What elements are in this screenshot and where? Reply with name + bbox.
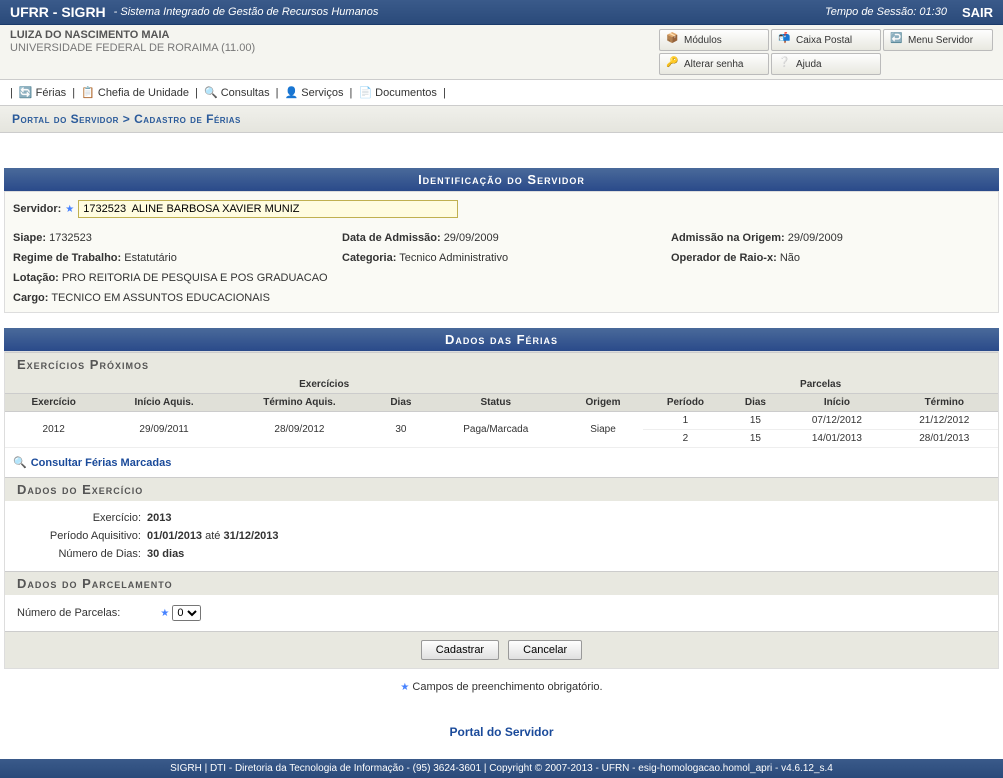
lotacao-value: PRO REITORIA DE PESQUISA E POS GRADUACAO	[62, 272, 328, 284]
person-icon: 👤	[285, 86, 299, 99]
grid-icon: 📦	[666, 33, 680, 47]
key-icon: 🔑	[666, 57, 680, 71]
section-ferias-header: Dados das Férias	[4, 328, 999, 351]
required-star-icon: ★	[160, 608, 169, 619]
required-note: ★ Campos de preenchimento obrigatório.	[4, 669, 999, 705]
th-origem: Origem	[563, 394, 643, 412]
user-row: LUIZA DO NASCIMENTO MAIA UNIVERSIDADE FE…	[0, 25, 1003, 80]
consultar-ferias-link[interactable]: Consultar Férias Marcadas	[31, 457, 172, 469]
raiox-label: Operador de Raio-x:	[671, 252, 777, 264]
user-institution: UNIVERSIDADE FEDERAL DE RORAIMA (11.00)	[10, 42, 659, 54]
app-title: UFRR - SIGRH	[10, 4, 106, 20]
menu-consultas[interactable]: 🔍Consultas	[204, 86, 270, 99]
search-icon: 🔍	[204, 86, 218, 99]
lotacao-label: Lotação:	[13, 272, 59, 284]
logout-link[interactable]: SAIR	[962, 5, 993, 20]
ajuda-button[interactable]: ❔Ajuda	[771, 53, 881, 75]
periodo-end: 31/12/2013	[223, 530, 278, 542]
calendar-icon: 📋	[81, 86, 95, 99]
periodo-aquis-label: Período Aquisitivo:	[17, 530, 147, 542]
help-icon: ❔	[778, 57, 792, 71]
caixa-postal-button[interactable]: 📬Caixa Postal	[771, 29, 881, 51]
siape-value: 1732523	[49, 232, 92, 244]
cargo-value: TECNICO EM ASSUNTOS EDUCACIONAIS	[51, 292, 270, 304]
categoria-label: Categoria:	[342, 252, 396, 264]
breadcrumb: Portal do Servidor > Cadastro de Férias	[0, 105, 1003, 133]
sub-exercicios-proximos: Exercícios Próximos	[5, 352, 998, 376]
origem-value: 29/09/2009	[788, 232, 843, 244]
th-exercicios-group: Exercícios	[5, 376, 643, 394]
sub-dados-parcelamento: Dados do Parcelamento	[5, 571, 998, 595]
numdias-value: 30 dias	[147, 548, 184, 560]
portal-servidor-link[interactable]: Portal do Servidor	[449, 725, 553, 739]
cargo-label: Cargo:	[13, 292, 48, 304]
th-pdias: Dias	[728, 394, 784, 412]
menu-bar: | 🔄Férias | 📋Chefia de Unidade | 🔍Consul…	[0, 80, 1003, 105]
section-identificacao-header: Identificação do Servidor	[4, 168, 999, 191]
modulos-button[interactable]: 📦Módulos	[659, 29, 769, 51]
numparcelas-select[interactable]: 0	[172, 605, 201, 621]
document-icon: 📄	[358, 86, 372, 99]
mail-icon: 📬	[778, 33, 792, 47]
th-inicio-aquis: Início Aquis.	[102, 394, 225, 412]
th-termino-aquis: Término Aquis.	[226, 394, 373, 412]
regime-value: Estatutário	[124, 252, 177, 264]
cadastrar-button[interactable]: Cadastrar	[421, 640, 499, 660]
user-name: LUIZA DO NASCIMENTO MAIA	[10, 29, 659, 41]
origem-label: Admissão na Origem:	[671, 232, 785, 244]
numdias-label: Número de Dias:	[17, 548, 147, 560]
periodo-start: 01/01/2013	[147, 530, 202, 542]
exercicio-value: 2013	[147, 512, 171, 524]
regime-label: Regime de Trabalho:	[13, 252, 121, 264]
alterar-senha-button[interactable]: 🔑Alterar senha	[659, 53, 769, 75]
session-time: Tempo de Sessão: 01:30	[825, 6, 947, 18]
menu-servicos[interactable]: 👤Serviços	[285, 86, 344, 99]
menu-chefia[interactable]: 📋Chefia de Unidade	[81, 86, 189, 99]
th-exercicio: Exercício	[5, 394, 102, 412]
back-icon: ↩️	[890, 33, 904, 47]
th-periodo: Período	[643, 394, 727, 412]
exercicio-label: Exercício:	[17, 512, 147, 524]
magnifier-icon: 🔍	[13, 456, 27, 469]
required-star-icon: ★	[65, 204, 74, 215]
menu-documentos[interactable]: 📄Documentos	[358, 86, 436, 99]
sub-dados-exercicio: Dados do Exercício	[5, 477, 998, 501]
menu-servidor-button[interactable]: ↩️Menu Servidor	[883, 29, 993, 51]
table-row: 2012 29/09/2011 28/09/2012 30 Paga/Marca…	[5, 412, 998, 430]
admissao-value: 29/09/2009	[444, 232, 499, 244]
servidor-label: Servidor:	[13, 203, 61, 215]
siape-label: Siape:	[13, 232, 46, 244]
admissao-label: Data de Admissão:	[342, 232, 441, 244]
menu-ferias[interactable]: 🔄Férias	[19, 86, 66, 99]
th-parcelas-group: Parcelas	[643, 376, 998, 394]
exercicios-table: Exercícios Parcelas Exercício Início Aqu…	[5, 376, 998, 448]
th-status: Status	[429, 394, 563, 412]
app-subtitle: - Sistema Integrado de Gestão de Recurso…	[114, 6, 379, 18]
header-bar: UFRR - SIGRH - Sistema Integrado de Gest…	[0, 0, 1003, 25]
cancelar-button[interactable]: Cancelar	[508, 640, 582, 660]
refresh-icon: 🔄	[19, 86, 33, 99]
categoria-value: Tecnico Administrativo	[399, 252, 508, 264]
th-inicio: Início	[783, 394, 890, 412]
th-termino: Término	[891, 394, 998, 412]
raiox-value: Não	[780, 252, 800, 264]
footer: SIGRH | DTI - Diretoria da Tecnologia de…	[0, 759, 1003, 778]
th-dias: Dias	[373, 394, 429, 412]
numparcelas-label: Número de Parcelas:	[17, 607, 120, 619]
servidor-input[interactable]	[78, 200, 458, 218]
